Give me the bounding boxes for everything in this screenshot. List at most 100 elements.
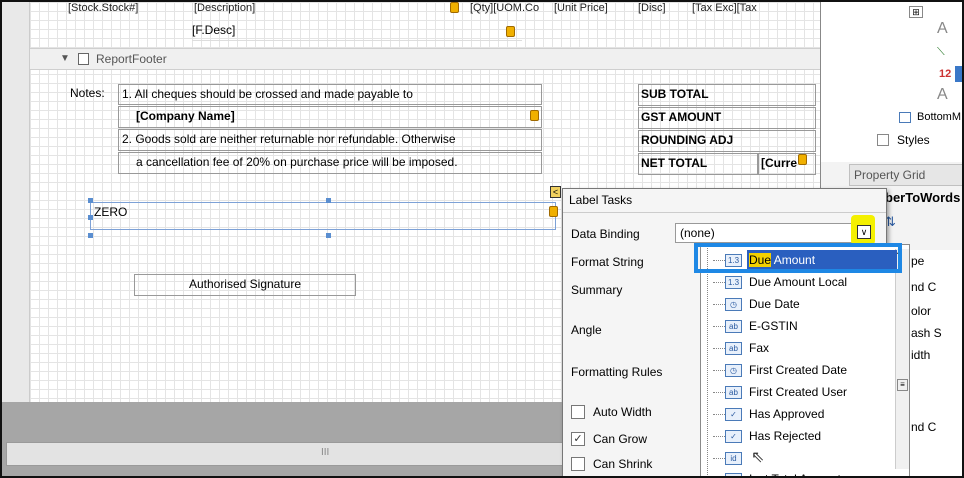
scroll-grip[interactable]: III: [321, 447, 329, 458]
rounding-adj-label[interactable]: ROUNDING ADJ: [638, 130, 816, 152]
database-icon: [506, 26, 515, 37]
field-stock[interactable]: [Stock.Stock#]: [68, 2, 138, 14]
mouse-cursor-icon: ⇖: [751, 449, 765, 466]
subtotal-label[interactable]: SUB TOTAL: [638, 84, 816, 106]
resize-handle[interactable]: [88, 233, 93, 238]
can-shrink-checkbox[interactable]: [571, 457, 585, 471]
selected-node-icon: [955, 66, 962, 82]
tree-line: [713, 304, 725, 305]
data-binding-dropdown: ^ ≡ 1.3 Due Amount 1.3 Due Amount Local …: [700, 244, 910, 476]
note-2[interactable]: 2. Goods sold are neither returnable nor…: [118, 129, 542, 151]
auto-width-checkbox[interactable]: [571, 405, 585, 419]
item-label: E-GSTIN: [749, 319, 798, 333]
table-icon: ⊞: [909, 6, 923, 18]
tree-item-number[interactable]: 12: [939, 68, 951, 80]
can-grow-checkbox[interactable]: ✓: [571, 432, 585, 446]
resize-handle[interactable]: [88, 198, 93, 203]
authorised-signature-label[interactable]: Authorised Signature: [134, 274, 356, 296]
data-binding-value: (none): [680, 226, 715, 240]
can-shrink-label: Can Shrink: [593, 457, 653, 471]
gst-amount-label[interactable]: GST AMOUNT: [638, 107, 816, 129]
data-binding-label: Data Binding: [571, 227, 640, 241]
band-icon: [78, 53, 89, 65]
formatting-rules-label: Formatting Rules: [571, 365, 663, 379]
property-grid-tab[interactable]: Property Grid: [849, 164, 962, 186]
tree-line: [713, 370, 725, 371]
database-icon: [798, 154, 807, 165]
dropdown-item[interactable]: 1.3 Igst Total Amount: [707, 469, 907, 476]
item-label: Has Rejected: [749, 429, 822, 443]
dropdown-item[interactable]: ab Fax: [707, 338, 907, 358]
selection-highlight-frame: [694, 243, 902, 273]
prop-name[interactable]: pe: [911, 254, 924, 268]
app-window: [Stock.Stock#] [Description] [Qty][UOM.C…: [0, 0, 964, 478]
prop-name[interactable]: olor: [911, 304, 931, 318]
item-label: Due Amount Local: [749, 275, 848, 289]
dropdown-item[interactable]: 1.3 Due Amount Local: [707, 272, 907, 292]
summary-label: Summary: [571, 283, 623, 297]
item-label: First Created Date: [749, 363, 848, 377]
line-icon: ⟍: [937, 46, 945, 58]
checkbox-field-icon: ✓: [725, 430, 742, 443]
clock-icon: ◷: [725, 298, 742, 311]
dropdown-item[interactable]: id ⇖: [707, 448, 907, 468]
tree-line: [713, 392, 725, 393]
prop-name[interactable]: nd C: [911, 420, 936, 434]
tree-line: [713, 348, 725, 349]
resize-handle[interactable]: [88, 215, 93, 220]
dropdown-item[interactable]: ◷ Due Date: [707, 294, 907, 314]
notes-label[interactable]: Notes:: [70, 84, 105, 103]
prop-name[interactable]: idth: [911, 348, 930, 362]
field-description[interactable]: [Description]: [194, 2, 255, 14]
field-unit-price[interactable]: [Unit Price]: [554, 2, 608, 14]
dropdown-item[interactable]: ab E-GSTIN: [707, 316, 907, 336]
text-field-icon: ab: [725, 342, 742, 355]
prop-name[interactable]: ash S: [911, 326, 942, 340]
text-field-icon: ab: [725, 320, 742, 333]
checkbox-field-icon: ✓: [725, 408, 742, 421]
dropdown-item[interactable]: ab First Created User: [707, 382, 907, 402]
currency-field[interactable]: [Curre: [758, 153, 816, 175]
dropdown-item[interactable]: ✓ Has Approved: [707, 404, 907, 424]
chevron-down-icon[interactable]: ∨: [857, 225, 871, 239]
dropdown-item[interactable]: ✓ Has Rejected: [707, 426, 907, 446]
tree-item-styles[interactable]: Styles: [897, 133, 930, 147]
prop-name[interactable]: nd C: [911, 280, 936, 294]
id-field-icon: id: [725, 452, 742, 465]
database-icon: [549, 206, 558, 217]
tree-item-label-a[interactable]: A: [937, 20, 948, 38]
zero-text: ZERO: [94, 205, 128, 219]
company-name-field[interactable]: [Company Name]: [118, 106, 542, 128]
net-total-label[interactable]: NET TOTAL: [638, 153, 758, 175]
label-tasks-title: Label Tasks: [563, 189, 886, 213]
collapse-arrow-icon[interactable]: ▼: [60, 49, 70, 69]
text-field-icon: ab: [725, 386, 742, 399]
tree-line: [713, 436, 725, 437]
tree-line: [713, 282, 725, 283]
field-f-desc[interactable]: [F.Desc]: [192, 21, 522, 41]
styles-icon: [877, 134, 889, 146]
field-disc[interactable]: [Disc]: [638, 2, 666, 14]
dropdown-item[interactable]: ◷ First Created Date: [707, 360, 907, 380]
field-qty[interactable]: [Qty][UOM.Co: [470, 2, 539, 14]
amount-in-words-label[interactable]: ZERO: [90, 202, 556, 230]
tree-item-bottom[interactable]: BottomM: [917, 111, 961, 123]
item-label: Due Date: [749, 297, 800, 311]
item-label: Fax: [749, 341, 770, 355]
tree-line: [713, 414, 725, 415]
clock-icon: ◷: [725, 364, 742, 377]
resize-handle[interactable]: [326, 233, 331, 238]
band-title: ReportFooter: [96, 52, 167, 66]
note-1[interactable]: 1. All cheques should be crossed and mad…: [118, 84, 542, 105]
report-footer-band[interactable]: ▼ ReportFooter: [30, 48, 820, 70]
resize-handle[interactable]: [326, 198, 331, 203]
number-field-icon: 1.3: [725, 276, 742, 289]
data-binding-combo[interactable]: (none): [675, 223, 865, 243]
smart-tag-icon[interactable]: <: [550, 186, 561, 198]
item-label: Igst Total Amount: [749, 469, 841, 476]
tree-item-label-a2[interactable]: A: [937, 86, 948, 104]
selected-object-name[interactable]: berToWords: [885, 190, 960, 205]
field-tax[interactable]: [Tax Exc][Tax: [692, 2, 757, 14]
note-2-continued[interactable]: a cancellation fee of 20% on purchase pr…: [118, 152, 542, 174]
tree-line: [713, 458, 725, 459]
